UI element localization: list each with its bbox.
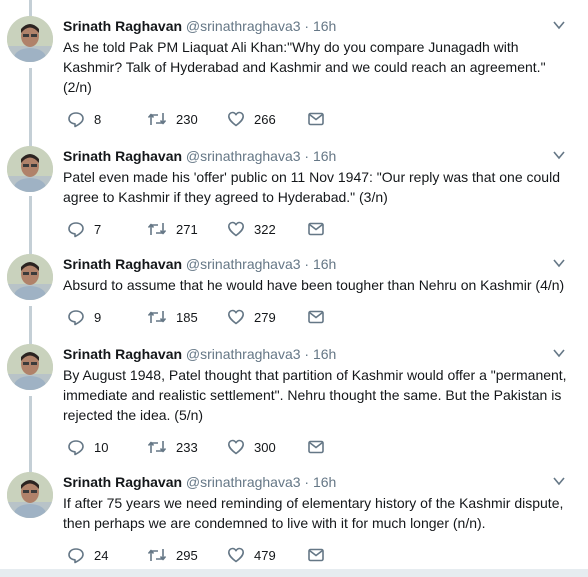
heart-icon (228, 221, 244, 237)
reply-button[interactable]: 8 (67, 109, 101, 129)
like-button[interactable]: 322 (227, 219, 276, 239)
author-name[interactable]: Srinath Raghavan (63, 346, 182, 362)
like-count: 279 (254, 309, 276, 325)
direct-message-button[interactable] (307, 545, 325, 565)
tweet-text: If after 75 years we need reminding of e… (63, 495, 564, 531)
retweet-button[interactable]: 233 (147, 437, 198, 457)
like-count: 479 (254, 547, 276, 563)
thread-line (29, 0, 32, 16)
like-button[interactable]: 266 (227, 109, 276, 129)
chevron-down-icon[interactable] (552, 474, 566, 488)
direct-message-button[interactable] (307, 219, 325, 239)
chevron-down-icon[interactable] (552, 148, 566, 162)
retweet-icon (147, 549, 167, 561)
like-button[interactable]: 300 (227, 437, 276, 457)
avatar[interactable] (7, 254, 53, 300)
heart-icon (228, 439, 244, 455)
tweet[interactable]: Srinath Raghavan @srinathraghava3 · 16h … (0, 146, 588, 244)
tweet-text: As he told Pak PM Liaquat Ali Khan:"Why … (63, 39, 546, 95)
author-name[interactable]: Srinath Raghavan (63, 148, 182, 164)
heart-icon (228, 547, 244, 563)
retweet-count: 271 (176, 221, 198, 237)
retweet-count: 230 (176, 111, 198, 127)
like-count: 300 (254, 439, 276, 455)
tweet[interactable]: Srinath Raghavan @srinathraghava3 · 16h … (0, 472, 588, 568)
author-handle-time[interactable]: @srinathraghava3 · 16h (186, 18, 336, 34)
envelope-icon (308, 440, 324, 454)
avatar[interactable] (7, 472, 53, 518)
author-name[interactable]: Srinath Raghavan (63, 18, 182, 34)
retweet-button[interactable]: 271 (147, 219, 198, 239)
retweet-count: 233 (176, 439, 198, 455)
tweet-text: By August 1948, Patel thought that parti… (63, 367, 567, 423)
direct-message-button[interactable] (307, 307, 325, 327)
like-button[interactable]: 479 (227, 545, 276, 565)
reply-button[interactable]: 24 (67, 545, 108, 565)
reply-icon (68, 548, 84, 564)
tweet-header: Srinath Raghavan @srinathraghava3 · 16h (63, 254, 336, 274)
direct-message-button[interactable] (307, 109, 325, 129)
heart-icon (228, 309, 244, 325)
tweet-header: Srinath Raghavan @srinathraghava3 · 16h (63, 16, 336, 36)
like-count: 322 (254, 221, 276, 237)
reply-count: 24 (94, 547, 109, 563)
tweet-header: Srinath Raghavan @srinathraghava3 · 16h (63, 472, 336, 492)
author-handle-time[interactable]: @srinathraghava3 · 16h (186, 474, 336, 490)
reply-icon (68, 310, 84, 326)
bottom-divider (0, 569, 588, 577)
retweet-count: 185 (176, 309, 198, 325)
reply-icon (68, 440, 84, 456)
tweet[interactable]: Srinath Raghavan @srinathraghava3 · 16h … (0, 344, 588, 462)
tweet-text: Patel even made his 'offer' public on 11… (63, 169, 560, 205)
avatar[interactable] (7, 344, 53, 390)
chevron-down-icon[interactable] (552, 18, 566, 32)
author-handle-time[interactable]: @srinathraghava3 · 16h (186, 346, 336, 362)
reply-count: 10 (94, 439, 109, 455)
like-button[interactable]: 279 (227, 307, 276, 327)
reply-button[interactable]: 7 (67, 219, 101, 239)
retweet-icon (147, 223, 167, 235)
reply-button[interactable]: 10 (67, 437, 108, 457)
heart-icon (228, 111, 244, 127)
retweet-icon (147, 311, 167, 323)
author-handle-time[interactable]: @srinathraghava3 · 16h (186, 148, 336, 164)
envelope-icon (308, 310, 324, 324)
reply-icon (68, 112, 84, 128)
tweet-header: Srinath Raghavan @srinathraghava3 · 16h (63, 344, 336, 364)
avatar[interactable] (7, 16, 53, 62)
reply-icon (68, 222, 84, 238)
reply-count: 7 (94, 221, 102, 237)
retweet-count: 295 (176, 547, 198, 563)
chevron-down-icon[interactable] (552, 346, 566, 360)
retweet-icon (147, 113, 167, 125)
reply-count: 8 (94, 111, 102, 127)
tweet[interactable]: Srinath Raghavan @srinathraghava3 · 16h … (0, 16, 588, 134)
reply-button[interactable]: 9 (67, 307, 101, 327)
author-name[interactable]: Srinath Raghavan (63, 256, 182, 272)
retweet-icon (147, 441, 167, 453)
reply-count: 9 (94, 309, 102, 325)
direct-message-button[interactable] (307, 437, 325, 457)
retweet-button[interactable]: 185 (147, 307, 198, 327)
envelope-icon (308, 548, 324, 562)
envelope-icon (308, 222, 324, 236)
tweet[interactable]: Srinath Raghavan @srinathraghava3 · 16h … (0, 254, 588, 334)
retweet-button[interactable]: 295 (147, 545, 198, 565)
chevron-down-icon[interactable] (552, 256, 566, 270)
author-handle-time[interactable]: @srinathraghava3 · 16h (186, 256, 336, 272)
author-name[interactable]: Srinath Raghavan (63, 474, 182, 490)
retweet-button[interactable]: 230 (147, 109, 198, 129)
avatar[interactable] (7, 146, 53, 192)
envelope-icon (308, 112, 324, 126)
tweet-text: Absurd to assume that he would have been… (63, 277, 565, 293)
tweet-header: Srinath Raghavan @srinathraghava3 · 16h (63, 146, 336, 166)
like-count: 266 (254, 111, 276, 127)
